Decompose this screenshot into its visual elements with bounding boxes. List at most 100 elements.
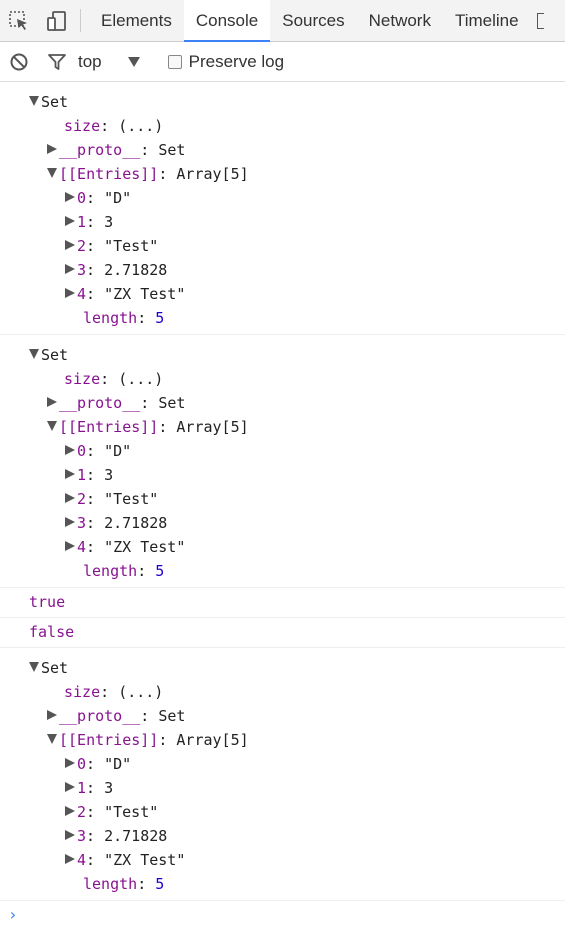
collapsed-triangle-icon[interactable] bbox=[47, 138, 59, 162]
property-key: length bbox=[83, 562, 138, 580]
tab-label: Sources bbox=[282, 10, 345, 30]
context-label: top bbox=[78, 51, 102, 71]
collapsed-triangle-icon[interactable] bbox=[65, 234, 77, 258]
entry-row[interactable]: 0: "D" bbox=[0, 186, 565, 210]
entry-value: 2.71828 bbox=[104, 827, 168, 845]
entry-key: 3 bbox=[77, 827, 87, 845]
property-value[interactable]: (...) bbox=[118, 117, 163, 135]
entry-row[interactable]: 4: "ZX Test" bbox=[0, 535, 565, 559]
console-prompt[interactable]: › bbox=[0, 901, 565, 929]
clear-console-icon[interactable] bbox=[0, 42, 38, 82]
expand-triangle-icon[interactable] bbox=[47, 728, 59, 752]
entry-row[interactable]: 3: 2.71828 bbox=[0, 511, 565, 535]
preserve-log-label[interactable]: Preserve log bbox=[189, 52, 284, 72]
entry-row[interactable]: 4: "ZX Test" bbox=[0, 282, 565, 306]
entry-value: 3 bbox=[104, 779, 114, 797]
property-key: __proto__ bbox=[59, 141, 141, 159]
collapsed-triangle-icon[interactable] bbox=[65, 535, 77, 559]
filter-icon[interactable] bbox=[38, 42, 76, 82]
property-row[interactable]: __proto__: Set bbox=[0, 704, 565, 728]
collapsed-triangle-icon[interactable] bbox=[65, 848, 77, 872]
preserve-log-checkbox[interactable] bbox=[167, 54, 182, 69]
entry-key: 1 bbox=[77, 213, 87, 231]
property-row: size: (...) bbox=[64, 370, 164, 388]
entry-row[interactable]: 2: "Test" bbox=[0, 800, 565, 824]
entry-value: "D" bbox=[104, 442, 132, 460]
entry-key: 2 bbox=[77, 237, 87, 255]
entry-row[interactable]: 1: 3 bbox=[0, 776, 565, 800]
expand-triangle-icon[interactable] bbox=[29, 90, 41, 114]
chevron-down-icon bbox=[127, 56, 140, 67]
property-row[interactable]: __proto__: Set bbox=[0, 138, 565, 162]
property-row: size: (...) bbox=[64, 683, 164, 701]
entry-key: 1 bbox=[77, 466, 87, 484]
entry-value: 3 bbox=[104, 213, 114, 231]
collapsed-triangle-icon[interactable] bbox=[65, 186, 77, 210]
collapsed-triangle-icon[interactable] bbox=[65, 752, 77, 776]
console-message-set: Set size: (...) __proto__: Set [[Entries… bbox=[0, 335, 565, 588]
entry-row[interactable]: 2: "Test" bbox=[0, 234, 565, 258]
set-header[interactable]: Set bbox=[0, 343, 565, 367]
entry-key: 1 bbox=[77, 779, 87, 797]
entry-value: "Test" bbox=[104, 803, 159, 821]
property-key: length bbox=[83, 875, 138, 893]
set-header[interactable]: Set bbox=[0, 90, 565, 114]
tab-elements[interactable]: Elements bbox=[89, 0, 184, 41]
property-row[interactable]: [[Entries]]: Array[5] bbox=[0, 415, 565, 439]
toolbar-divider bbox=[80, 9, 81, 32]
entry-row[interactable]: 3: 2.71828 bbox=[0, 824, 565, 848]
expand-triangle-icon[interactable] bbox=[29, 656, 41, 680]
entry-row[interactable]: 2: "Test" bbox=[0, 487, 565, 511]
entry-row[interactable]: 1: 3 bbox=[0, 210, 565, 234]
entry-row[interactable]: 3: 2.71828 bbox=[0, 258, 565, 282]
collapsed-triangle-icon[interactable] bbox=[47, 391, 59, 415]
entry-row[interactable]: 0: "D" bbox=[0, 439, 565, 463]
collapsed-triangle-icon[interactable] bbox=[65, 282, 77, 306]
collapsed-triangle-icon[interactable] bbox=[65, 258, 77, 282]
tab-timeline[interactable]: Timeline bbox=[443, 0, 531, 41]
collapsed-triangle-icon[interactable] bbox=[65, 800, 77, 824]
entry-row[interactable]: 0: "D" bbox=[0, 752, 565, 776]
more-tabs-icon[interactable] bbox=[531, 0, 551, 41]
expand-triangle-icon[interactable] bbox=[47, 162, 59, 186]
entry-key: 2 bbox=[77, 803, 87, 821]
entry-row[interactable]: 4: "ZX Test" bbox=[0, 848, 565, 872]
entry-value: "Test" bbox=[104, 490, 159, 508]
property-row[interactable]: __proto__: Set bbox=[0, 391, 565, 415]
property-row: length: 5 bbox=[83, 309, 165, 327]
collapsed-triangle-icon[interactable] bbox=[65, 487, 77, 511]
collapsed-triangle-icon[interactable] bbox=[65, 776, 77, 800]
console-message-boolean: false bbox=[0, 618, 565, 648]
collapsed-triangle-icon[interactable] bbox=[65, 463, 77, 487]
property-key: [[Entries]] bbox=[59, 731, 159, 749]
prompt-chevron-icon: › bbox=[8, 905, 18, 924]
property-row[interactable]: [[Entries]]: Array[5] bbox=[0, 162, 565, 186]
device-mode-icon[interactable] bbox=[38, 0, 76, 41]
collapsed-triangle-icon[interactable] bbox=[65, 210, 77, 234]
collapsed-triangle-icon[interactable] bbox=[65, 439, 77, 463]
entry-key: 0 bbox=[77, 189, 87, 207]
property-row[interactable]: [[Entries]]: Array[5] bbox=[0, 728, 565, 752]
property-key: [[Entries]] bbox=[59, 165, 159, 183]
collapsed-triangle-icon[interactable] bbox=[65, 824, 77, 848]
property-value: Set bbox=[158, 141, 186, 159]
property-value[interactable]: (...) bbox=[118, 683, 163, 701]
collapsed-triangle-icon[interactable] bbox=[47, 704, 59, 728]
entry-key: 4 bbox=[77, 851, 87, 869]
tab-network[interactable]: Network bbox=[357, 0, 443, 41]
inspect-element-icon[interactable] bbox=[0, 0, 38, 41]
entry-key: 4 bbox=[77, 285, 87, 303]
tab-console[interactable]: Console bbox=[183, 0, 271, 42]
property-value[interactable]: (...) bbox=[118, 370, 163, 388]
entry-value: "D" bbox=[104, 189, 132, 207]
expand-triangle-icon[interactable] bbox=[47, 415, 59, 439]
entry-row[interactable]: 1: 3 bbox=[0, 463, 565, 487]
collapsed-triangle-icon[interactable] bbox=[65, 511, 77, 535]
entry-value: 3 bbox=[104, 466, 114, 484]
expand-triangle-icon[interactable] bbox=[29, 343, 41, 367]
set-header[interactable]: Set bbox=[0, 656, 565, 680]
tab-sources[interactable]: Sources bbox=[270, 0, 356, 41]
context-selector[interactable]: top bbox=[78, 52, 140, 72]
property-value: Set bbox=[158, 707, 186, 725]
property-value: Array[5] bbox=[176, 418, 249, 436]
